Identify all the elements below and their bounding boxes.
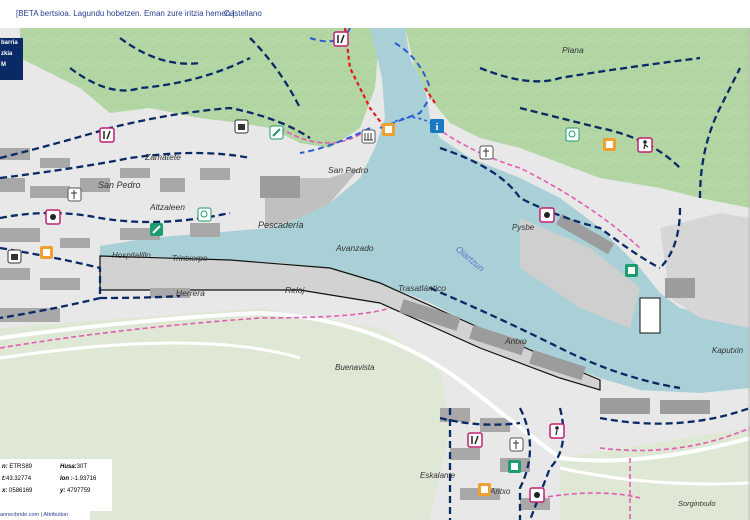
app-logo[interactable]: barria zkia M: [0, 38, 23, 80]
label-herrera: Herrera: [176, 288, 205, 298]
zone-key: Husa:: [60, 464, 77, 470]
site-link[interactable]: annecbride.com: [0, 512, 39, 518]
park-icon[interactable]: [150, 223, 163, 236]
label-san-pedro-port: San Pedro: [328, 165, 368, 175]
hostel-icon[interactable]: [382, 123, 395, 136]
lon-key: lon :: [60, 476, 73, 482]
viewpoint-icon[interactable]: [565, 127, 580, 142]
sport-icon[interactable]: [45, 209, 61, 225]
museum-icon[interactable]: [508, 460, 521, 473]
sport-icon[interactable]: [529, 487, 545, 503]
logo-line-1: barria: [1, 40, 18, 46]
attribution-bar: annecbride.com | Attribution: [0, 510, 90, 520]
lon-value: -1.93716: [72, 476, 97, 482]
label-reloj: Reloj: [285, 285, 305, 295]
label-plana: Plana: [562, 45, 584, 55]
coordinates-panel: n: ETRS89 Husa:30T t:43.32774 lon :-1.93…: [0, 459, 112, 511]
datum-key: n:: [2, 464, 8, 470]
shop-icon[interactable]: [7, 249, 22, 264]
label-altzaleen: Altzaleen: [149, 202, 185, 212]
map-svg: Zamatete San Pedro Altzaleen San Pedro P…: [0, 28, 750, 520]
logo-line-3: M: [1, 62, 6, 68]
label-sorgintxulo: Sorgintxulo: [678, 499, 716, 508]
restaurant-icon[interactable]: [99, 127, 115, 143]
label-buenavista: Buenavista: [335, 363, 375, 372]
park-icon[interactable]: [269, 125, 284, 140]
x-key: x:: [2, 488, 8, 494]
label-avanzado: Avanzado: [335, 243, 374, 253]
lat-value: 43.32774: [6, 476, 32, 482]
label-hospitalillo: Hospitalillo: [112, 251, 151, 260]
y-value: 4797759: [67, 488, 91, 494]
restaurant-icon[interactable]: [467, 432, 483, 448]
label-pysbe: Pysbe: [512, 223, 535, 232]
hostel-icon[interactable]: [603, 138, 616, 151]
top-bar: [BETA bertsioa. Lagundu hobetzen. Eman z…: [0, 0, 750, 29]
zone-value: 30T: [76, 464, 88, 470]
svg-text:i: i: [436, 122, 439, 133]
museum-icon[interactable]: [625, 264, 638, 277]
label-antxo: Antxo: [504, 336, 527, 346]
language-link-castellano[interactable]: Castellano: [224, 9, 262, 18]
museum-icon[interactable]: [361, 129, 376, 144]
attribution-link[interactable]: Attribution: [43, 512, 68, 518]
church-icon[interactable]: [479, 145, 494, 160]
logo-line-2: zkia: [1, 51, 13, 57]
shop-icon[interactable]: [234, 119, 249, 134]
label-zamatete: Zamatete: [144, 152, 181, 162]
hiking-icon[interactable]: [637, 137, 653, 153]
church-icon[interactable]: [67, 187, 82, 202]
hostel-icon[interactable]: [478, 483, 491, 496]
x-value: 0586169: [9, 488, 33, 494]
datum-value: ETRS89: [9, 464, 33, 470]
label-kaputxinoak: Kaputxin: [712, 346, 744, 355]
y-key: y:: [60, 488, 66, 494]
label-trasatlantico: Trasatlántico: [398, 283, 446, 293]
label-san-pedro-district: San Pedro: [98, 180, 141, 190]
label-antxo-south: Antxo: [489, 487, 511, 496]
label-pescaderia: Pescadería: [258, 220, 304, 230]
viewpoint-icon[interactable]: [197, 207, 212, 222]
hostel-icon[interactable]: [40, 246, 53, 259]
info-icon[interactable]: i: [430, 119, 444, 133]
hiking-icon[interactable]: [549, 423, 565, 439]
beta-feedback-link[interactable]: [BETA bertsioa. Lagundu hobetzen. Eman z…: [16, 9, 235, 18]
label-trintxerpe: Trintxerpe: [172, 254, 208, 263]
map-canvas[interactable]: Zamatete San Pedro Altzaleen San Pedro P…: [0, 28, 750, 520]
church-icon[interactable]: [509, 437, 524, 452]
restaurant-icon[interactable]: [333, 31, 349, 47]
label-eskalante: Eskalante: [420, 471, 456, 480]
sport-icon[interactable]: [539, 207, 555, 223]
